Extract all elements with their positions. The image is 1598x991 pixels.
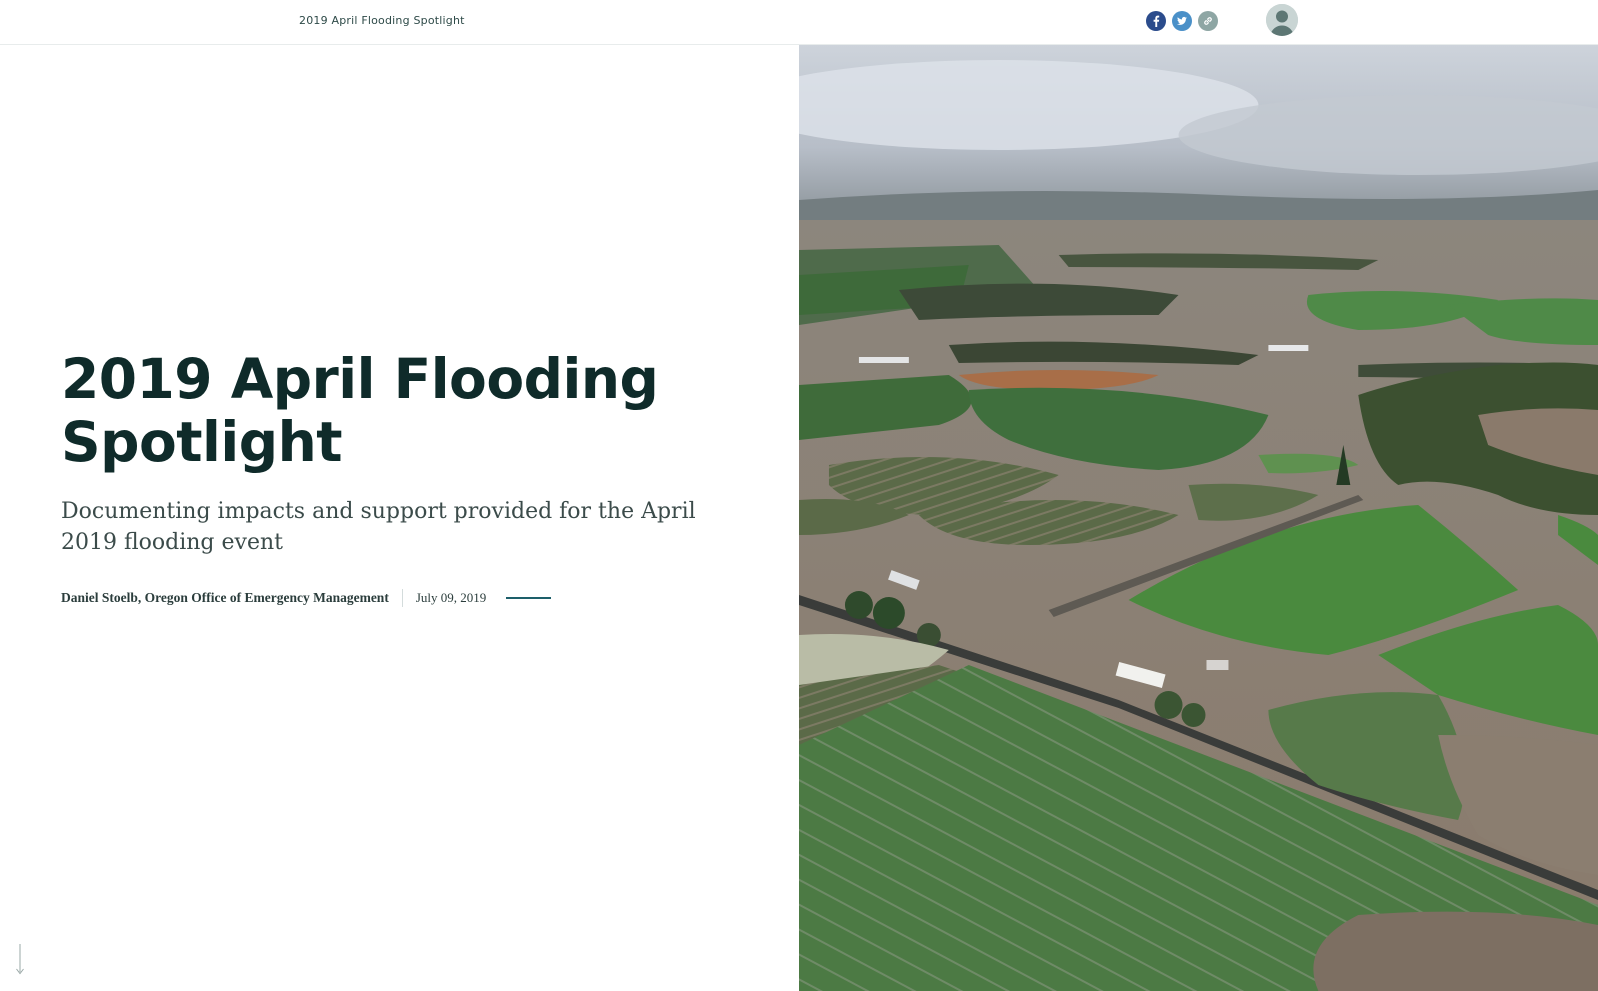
aerial-flood-photo: [799, 45, 1598, 991]
story-subtitle: Documenting impacts and support provided…: [61, 499, 696, 555]
top-bar: 2019 April Flooding Spotlight: [0, 0, 1598, 45]
author-name: Daniel Stoelb, Oregon Office of Emergenc…: [61, 590, 389, 605]
scroll-down-button[interactable]: [14, 944, 26, 976]
accent-rule: [506, 597, 552, 599]
story-title: 2019 April Flooding Spotlight: [61, 347, 659, 474]
twitter-icon: [1177, 16, 1187, 25]
story-title-header: 2019 April Flooding Spotlight: [299, 14, 465, 27]
user-avatar[interactable]: [1266, 4, 1298, 36]
link-icon: [1204, 17, 1212, 25]
cover-image: [799, 45, 1598, 991]
publish-date: July 09, 2019: [415, 590, 487, 605]
byline-divider: [401, 589, 403, 607]
facebook-icon: [1153, 15, 1160, 27]
twitter-share-button[interactable]: [1172, 11, 1192, 31]
byline: Daniel Stoelb, Oregon Office of Emergenc…: [61, 587, 552, 609]
arrow-down-icon: [16, 944, 24, 975]
copy-link-button[interactable]: [1198, 11, 1218, 31]
user-avatar-icon: [1266, 4, 1298, 36]
facebook-share-button[interactable]: [1146, 11, 1166, 31]
